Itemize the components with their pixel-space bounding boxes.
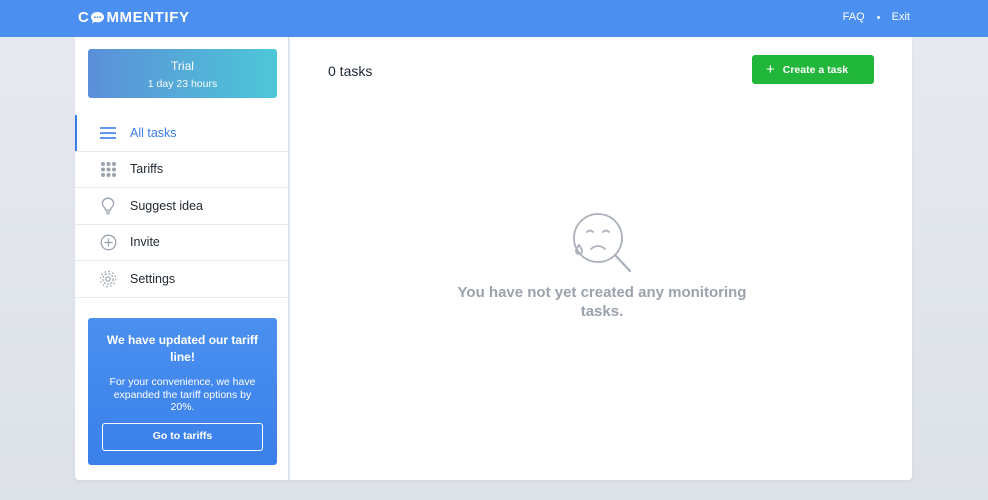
sidebar-item-all-tasks[interactable]: All tasks [75, 115, 288, 152]
sidebar-item-tariffs[interactable]: Tariffs [75, 152, 288, 188]
list-icon [99, 124, 117, 142]
top-bar: C MMENTIFY FAQ Exit [0, 0, 988, 37]
sidebar-item-label: Settings [130, 271, 176, 286]
create-task-button[interactable]: + Create a task [752, 55, 874, 84]
sidebar-nav: All tasks Tariffs Suggest idea Invite Se… [75, 115, 288, 298]
plus-icon: + [766, 61, 775, 78]
plus-circle-icon [99, 233, 117, 251]
sidebar-item-label: Invite [130, 235, 160, 250]
sidebar-item-settings[interactable]: Settings [75, 261, 288, 298]
faq-link[interactable]: FAQ [843, 11, 865, 23]
logo[interactable]: C MMENTIFY [78, 9, 190, 26]
separator-dot [876, 15, 880, 19]
logo-bubble-icon [91, 12, 105, 24]
promo-text: For your convenience, we have expanded t… [109, 376, 256, 413]
sidebar-item-label: Tariffs [130, 162, 164, 177]
sad-magnifier-icon [573, 213, 632, 273]
trial-title: Trial [171, 59, 194, 73]
sidebar-item-label: Suggest idea [130, 198, 203, 213]
sidebar-item-invite[interactable]: Invite [75, 225, 288, 261]
gear-icon [99, 270, 117, 288]
task-count: 0 tasks [328, 63, 373, 79]
create-task-label: Create a task [782, 63, 849, 76]
main-panel: Trial 1 day 23 hours All tasks Tariffs S… [75, 37, 912, 480]
trial-badge: Trial 1 day 23 hours [88, 49, 277, 98]
go-to-tariffs-button[interactable]: Go to tariffs [102, 423, 263, 451]
grid-dots-icon [99, 160, 117, 178]
exit-link[interactable]: Exit [892, 11, 910, 23]
lightbulb-icon [99, 197, 117, 215]
promo-heading: We have updated our tariff line! [106, 333, 259, 364]
main-content: 0 tasks + Create a task You have not yet… [292, 37, 912, 480]
logo-text-left: C [78, 9, 90, 26]
sidebar: Trial 1 day 23 hours All tasks Tariffs S… [75, 37, 290, 480]
sidebar-item-suggest-idea[interactable]: Suggest idea [75, 188, 288, 225]
logo-text-right: MMENTIFY [106, 9, 190, 26]
top-links: FAQ Exit [843, 11, 910, 23]
promo-card: We have updated our tariff line! For you… [88, 318, 277, 465]
sidebar-item-label: All tasks [130, 125, 177, 140]
trial-remaining: 1 day 23 hours [147, 78, 218, 90]
empty-state-message: You have not yet created any monitoring … [457, 284, 747, 320]
